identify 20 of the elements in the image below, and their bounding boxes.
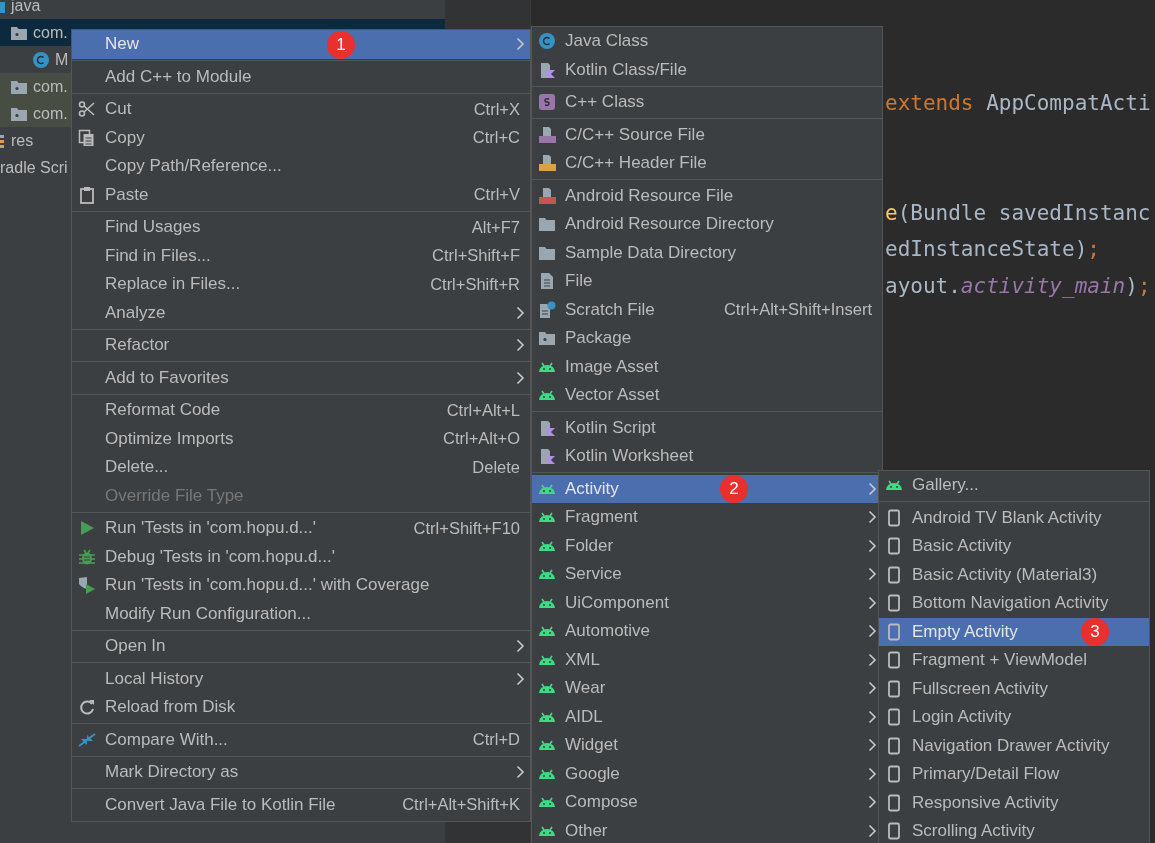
code-line: e(Bundle savedInstanc xyxy=(885,199,1152,227)
shortcut-text: Ctrl+C xyxy=(472,128,520,148)
code-line: edInstanceState); xyxy=(885,236,1101,263)
shortcut-text: Ctrl+D xyxy=(472,730,520,750)
shortcut-text: Ctrl+Alt+Shift+Insert xyxy=(723,300,872,320)
step-badge: 2 xyxy=(720,475,748,503)
shortcut-text: Ctrl+Alt+Shift+K xyxy=(402,795,520,815)
step-badge: 1 xyxy=(327,30,355,59)
shortcut-text: Ctrl+V xyxy=(473,185,520,205)
shortcut-text: Ctrl+Alt+L xyxy=(446,400,520,420)
shortcut-text: Alt+F7 xyxy=(471,217,520,237)
shortcut-text: Ctrl+Shift+R xyxy=(430,274,520,294)
shortcut-text: Ctrl+Shift+F xyxy=(431,246,520,266)
shortcut-text: Delete xyxy=(472,457,520,477)
shortcut-text: Ctrl+X xyxy=(473,99,520,119)
step-badge: 3 xyxy=(1081,618,1109,646)
code-line: ayout.activity_main); xyxy=(885,272,1152,300)
shortcut-text: Ctrl+Shift+F10 xyxy=(413,518,520,538)
code-line: extends AppCompatActi xyxy=(885,90,1152,117)
shortcut-text: Ctrl+Alt+O xyxy=(442,429,520,449)
